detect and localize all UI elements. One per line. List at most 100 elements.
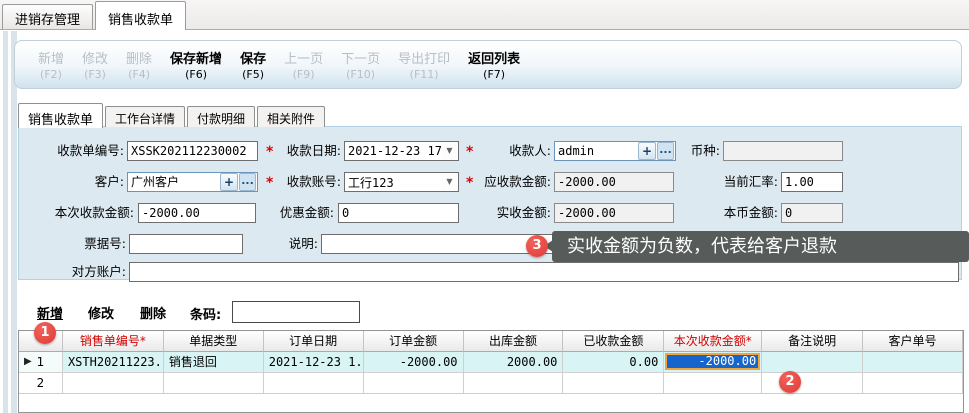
counter-account-input[interactable] xyxy=(129,262,959,282)
toolbar-button: 导出打印(F11) xyxy=(389,46,459,83)
subtab[interactable]: 销售收款单 xyxy=(18,103,103,128)
table-cell[interactable] xyxy=(664,373,762,394)
barcode-label: 条码: xyxy=(190,304,221,323)
table-cell[interactable]: 2000.00 xyxy=(464,352,564,373)
discount-input[interactable] xyxy=(338,203,459,223)
receivable-input xyxy=(554,172,674,192)
add-payee-button[interactable]: + xyxy=(638,142,656,160)
toolbar-button[interactable]: 保存(F5) xyxy=(231,46,275,83)
column-header[interactable]: 已收款金额 xyxy=(563,331,664,352)
table-cell[interactable]: 0.00 xyxy=(563,352,664,373)
table-cell[interactable]: XSTH20211223... xyxy=(63,352,164,373)
payee-picker[interactable]: admin + ... xyxy=(554,141,676,161)
window-tab-bar: 进销存管理销售收款单 xyxy=(0,0,969,30)
toolbar-button[interactable]: 保存新增(F6) xyxy=(161,46,231,83)
receivable-label: 应收款金额: xyxy=(469,172,551,192)
chevron-down-icon[interactable]: ▼ xyxy=(441,142,458,160)
table-cell[interactable] xyxy=(563,373,664,394)
grid-delete-link[interactable]: 删除 xyxy=(140,303,166,322)
table-cell[interactable]: 销售退回 xyxy=(164,352,264,373)
table-cell[interactable]: -2000.00 xyxy=(664,352,762,373)
account-label: 收款账号: xyxy=(271,172,341,192)
subtab[interactable]: 付款明细 xyxy=(187,106,255,127)
callout-badge-3: 3 xyxy=(526,235,548,257)
row-number: 2 xyxy=(37,376,45,390)
table-cell[interactable] xyxy=(264,373,364,394)
customer-label: 客户: xyxy=(79,172,124,192)
note-label: 说明: xyxy=(283,234,318,254)
account-combo[interactable]: 工行123 ▼ xyxy=(344,172,459,192)
browse-payee-button[interactable]: ... xyxy=(657,142,674,160)
currency-label: 币种: xyxy=(685,141,720,161)
customer-picker[interactable]: 广州客户 + ... xyxy=(127,172,258,192)
table-cell[interactable] xyxy=(164,373,264,394)
editing-cell-value[interactable]: -2000.00 xyxy=(665,353,760,370)
window-tab[interactable]: 进销存管理 xyxy=(2,4,93,29)
actual-amount-input xyxy=(554,203,674,223)
column-header[interactable]: 订单金额 xyxy=(364,331,464,352)
browse-customer-button[interactable]: ... xyxy=(239,173,256,191)
exchange-rate-label: 当前汇率: xyxy=(714,172,778,192)
local-amount-label: 本币金额: xyxy=(714,203,778,223)
table-cell[interactable] xyxy=(762,373,863,394)
barcode-input[interactable] xyxy=(232,301,360,323)
bill-no-label: 票据号: xyxy=(74,234,126,254)
bill-no-input[interactable] xyxy=(129,234,243,254)
row-number: 1 xyxy=(37,355,45,369)
row-header[interactable]: ▶1 xyxy=(19,352,63,373)
column-header[interactable]: 备注说明 xyxy=(762,331,863,352)
toolbar-button: 删除(F4) xyxy=(117,46,161,83)
table-cell[interactable] xyxy=(863,373,963,394)
column-header[interactable]: 订单日期 xyxy=(264,331,364,352)
chevron-down-icon[interactable]: ▼ xyxy=(441,173,458,191)
receipt-no-input[interactable] xyxy=(127,141,258,161)
toolbar-button[interactable]: 返回列表(F7) xyxy=(459,46,529,83)
left-gutter-strip xyxy=(11,31,17,413)
window-tab[interactable]: 销售收款单 xyxy=(95,1,186,30)
payee-label: 收款人: xyxy=(499,141,551,161)
table-cell[interactable] xyxy=(364,373,464,394)
row-header[interactable]: 2 xyxy=(19,373,63,394)
main-toolbar: 新增(F2)修改(F3)删除(F4)保存新增(F6)保存(F5)上一页(F9)下… xyxy=(14,40,962,89)
toolbar-button: 上一页(F9) xyxy=(275,46,332,83)
table-row[interactable]: 2 xyxy=(19,373,963,394)
amount-this-time-input[interactable] xyxy=(138,203,256,223)
local-amount-input xyxy=(781,203,843,223)
exchange-rate-input[interactable] xyxy=(781,172,843,192)
amount-this-time-label: 本次收款金额: xyxy=(37,203,134,223)
receipt-no-label: 收款单编号: xyxy=(29,141,124,161)
table-cell[interactable]: 2021-12-23 1... xyxy=(264,352,364,373)
add-customer-button[interactable]: + xyxy=(220,173,238,191)
grid-add-link[interactable]: 新增 xyxy=(37,303,63,322)
table-cell[interactable] xyxy=(863,352,963,373)
table-cell[interactable] xyxy=(63,373,164,394)
table-cell[interactable] xyxy=(762,352,863,373)
receipt-date-combo[interactable]: 2021-12-23 17: ▼ xyxy=(344,141,459,161)
currency-input xyxy=(723,141,843,161)
refund-tooltip: 实收金额为负数，代表给客户退款 xyxy=(552,231,969,262)
table-cell[interactable] xyxy=(464,373,564,394)
column-header[interactable]: 出库金额 xyxy=(464,331,564,352)
table-row[interactable]: ▶1XSTH20211223...销售退回2021-12-23 1...-200… xyxy=(19,352,963,373)
grid-table: 销售单编号*单据类型订单日期订单金额出库金额已收款金额本次收款金额*备注说明客户… xyxy=(18,330,964,413)
column-header[interactable]: 销售单编号* xyxy=(63,331,164,352)
callout-badge-1: 1 xyxy=(34,322,56,344)
discount-label: 优惠金额: xyxy=(270,203,334,223)
column-header[interactable]: 客户单号 xyxy=(863,331,963,352)
table-cell[interactable]: -2000.00 xyxy=(364,352,464,373)
counter-account-label: 对方账户: xyxy=(62,262,126,282)
subtab[interactable]: 相关附件 xyxy=(257,106,325,127)
column-header[interactable]: 本次收款金额* xyxy=(664,331,762,352)
column-header[interactable]: 单据类型 xyxy=(164,331,264,352)
toolbar-button: 下一页(F10) xyxy=(332,46,389,83)
receipt-date-label: 收款日期: xyxy=(271,141,341,161)
callout-badge-2: 2 xyxy=(779,371,801,393)
subtab[interactable]: 工作台详情 xyxy=(105,106,185,127)
current-row-arrow-icon: ▶ xyxy=(24,352,32,372)
toolbar-button: 修改(F3) xyxy=(73,46,117,83)
grid-edit-link[interactable]: 修改 xyxy=(88,303,114,322)
left-gutter-strip xyxy=(3,31,8,413)
actual-amount-label: 实收金额: xyxy=(487,203,551,223)
toolbar-button: 新增(F2) xyxy=(29,46,73,83)
required-asterisk: * xyxy=(466,144,473,160)
